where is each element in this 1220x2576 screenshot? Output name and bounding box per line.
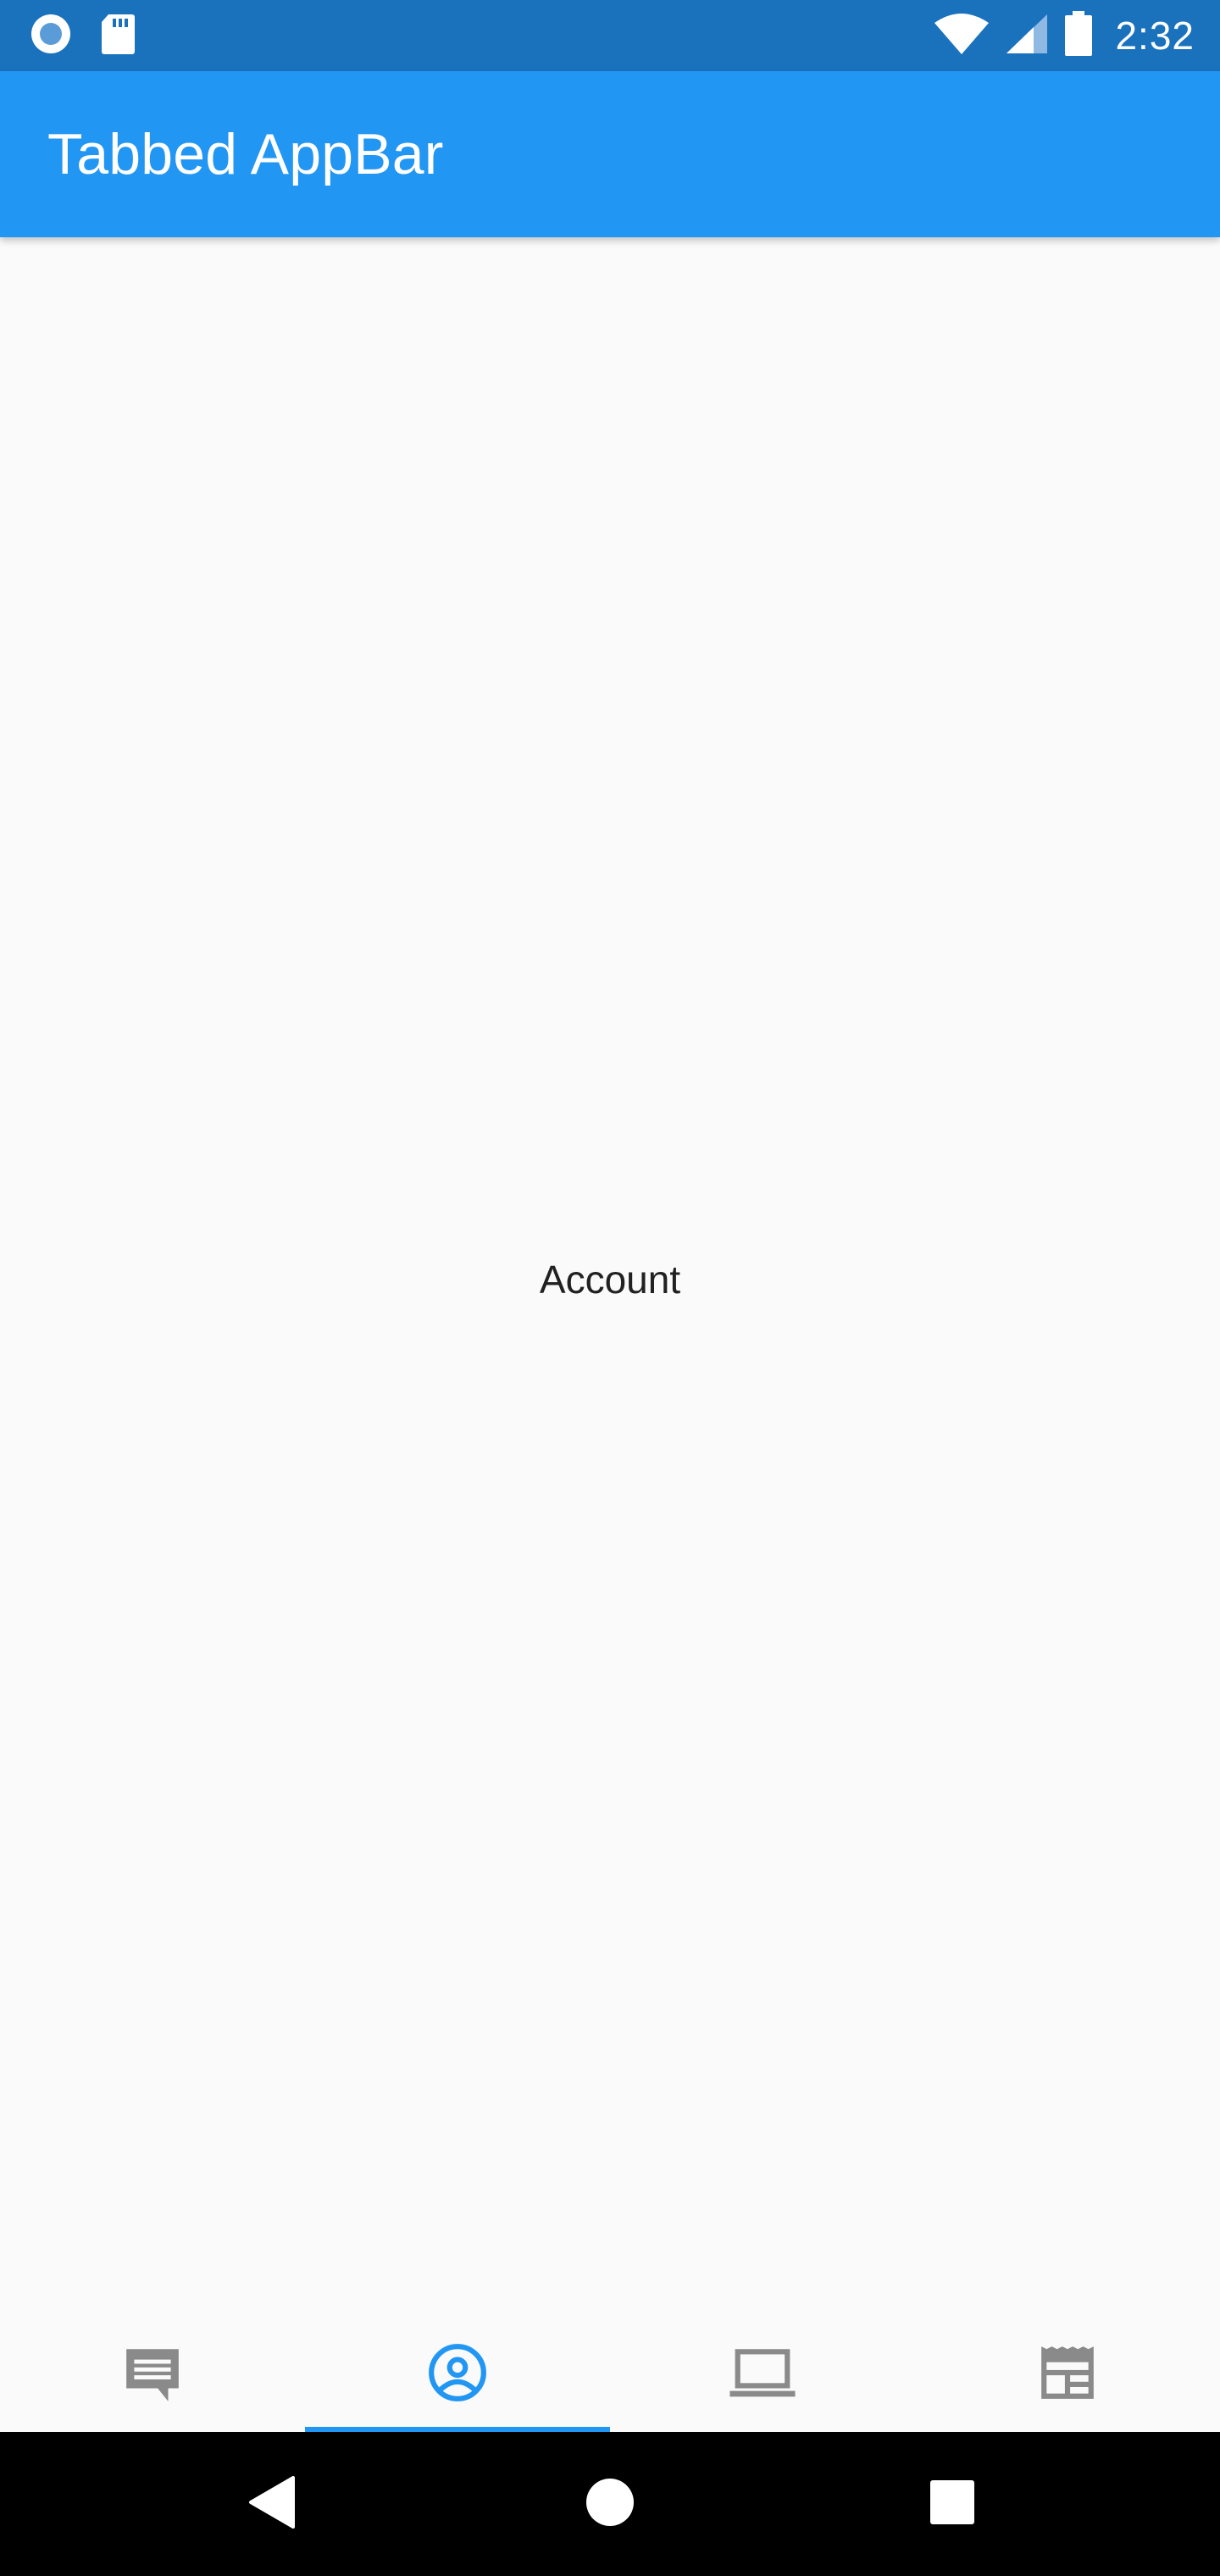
status-right-icons: 2:32	[934, 7, 1195, 64]
back-button[interactable]	[186, 2432, 356, 2576]
battery-icon	[1064, 10, 1093, 61]
sd-card-icon	[100, 13, 136, 59]
recents-icon	[929, 2479, 975, 2529]
wifi-icon	[934, 13, 990, 59]
tab-account[interactable]	[305, 2313, 610, 2432]
status-time: 2:32	[1115, 14, 1195, 58]
main-content: Account	[0, 237, 1220, 2313]
status-bar: 2:32	[0, 0, 1220, 71]
tab-web[interactable]	[915, 2313, 1220, 2432]
chat-icon	[121, 2341, 184, 2404]
record-icon	[29, 12, 73, 60]
app-title: Tabbed AppBar	[47, 122, 444, 186]
cell-signal-icon	[1005, 13, 1049, 59]
status-left-icons	[29, 12, 136, 59]
app-bar: Tabbed AppBar	[0, 71, 1220, 237]
back-icon	[247, 2475, 295, 2533]
tab-chat[interactable]	[0, 2313, 305, 2432]
account-circle-icon	[426, 2341, 489, 2404]
tab-laptop[interactable]	[610, 2313, 915, 2432]
recents-button[interactable]	[868, 2432, 1037, 2576]
tab-bar	[0, 2313, 1220, 2432]
home-icon	[585, 2477, 635, 2532]
home-button[interactable]	[525, 2432, 695, 2576]
system-nav-bar	[0, 2432, 1220, 2576]
web-layout-icon	[1036, 2341, 1099, 2404]
laptop-icon	[727, 2341, 798, 2404]
tab-content-label: Account	[539, 1257, 681, 1302]
